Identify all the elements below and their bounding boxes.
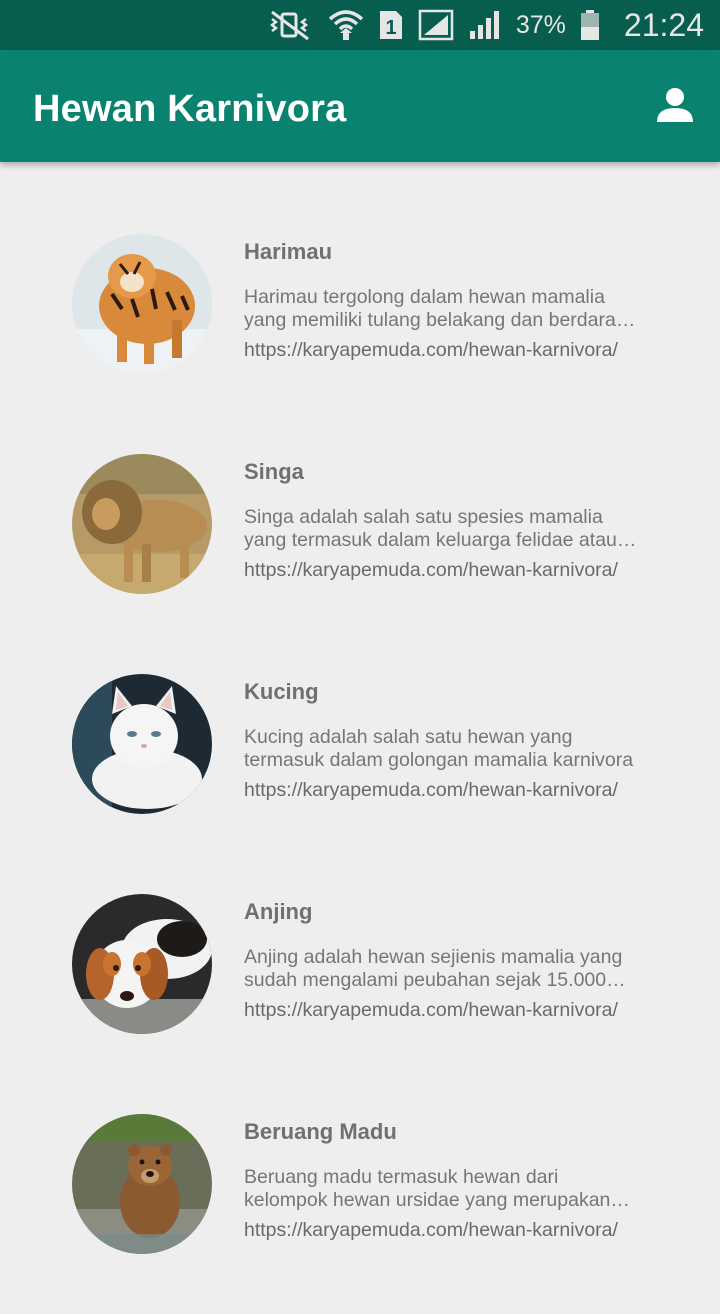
signal-icon <box>418 9 454 41</box>
animal-description: Singa adalah salah satu spesies mamalia … <box>244 506 617 551</box>
status-icons: 1 37% 21:24 <box>266 0 704 50</box>
animal-name: Harimau <box>244 239 333 264</box>
animal-image <box>72 1114 212 1254</box>
list-item[interactable]: Harimau Harimau tergolong dalam hewan ma… <box>0 214 720 434</box>
list-item[interactable]: Singa Singa adalah salah satu spesies ma… <box>0 434 720 654</box>
profile-button[interactable] <box>656 86 694 126</box>
battery-icon <box>580 9 600 41</box>
animal-description: Kucing adalah salah satu hewan yang term… <box>244 726 634 771</box>
clock: 21:24 <box>623 6 704 43</box>
animal-link[interactable]: https://karyapemuda.com/hewan-karnivora/ <box>244 999 618 1022</box>
page-title: Hewan Karnivora <box>33 88 347 130</box>
account-icon <box>657 88 693 122</box>
list-item[interactable]: Beruang Madu Beruang madu termasuk hewan… <box>0 1094 720 1314</box>
wifi-icon <box>328 8 364 42</box>
animal-name: Anjing <box>244 899 313 924</box>
app-bar: Hewan Karnivora <box>0 50 720 162</box>
status-bar: 1 37% 21:24 <box>0 0 720 50</box>
sim-1-icon: 1 <box>378 9 404 41</box>
animal-description: Harimau tergolong dalam hewan mamalia ya… <box>244 286 627 331</box>
sim-slot-label: 1 <box>385 17 396 39</box>
animal-link[interactable]: https://karyapemuda.com/hewan-karnivora/ <box>244 559 618 582</box>
animal-description: Beruang madu termasuk hewan dari kelompo… <box>244 1166 611 1211</box>
signal-icon <box>468 9 502 41</box>
animal-image <box>72 454 212 594</box>
animal-link[interactable]: https://karyapemuda.com/hewan-karnivora/ <box>244 339 618 362</box>
animal-name: Beruang Madu <box>244 1119 397 1144</box>
animal-link[interactable]: https://karyapemuda.com/hewan-karnivora/ <box>244 779 618 802</box>
list-item[interactable]: Anjing Anjing adalah hewan sejienis mama… <box>0 874 720 1094</box>
list-item[interactable]: Kucing Kucing adalah salah satu hewan ya… <box>0 654 720 874</box>
animal-description: Anjing adalah hewan sejienis mamalia yan… <box>244 946 623 991</box>
animal-name: Kucing <box>244 679 319 704</box>
battery-percent: 37% <box>515 10 566 39</box>
animal-name: Singa <box>244 459 304 484</box>
animal-image <box>72 234 212 374</box>
animal-image <box>72 894 212 1034</box>
animal-image <box>72 674 212 814</box>
animal-link[interactable]: https://karyapemuda.com/hewan-karnivora/ <box>244 1219 618 1242</box>
mute-vibrate-icon <box>266 9 314 41</box>
